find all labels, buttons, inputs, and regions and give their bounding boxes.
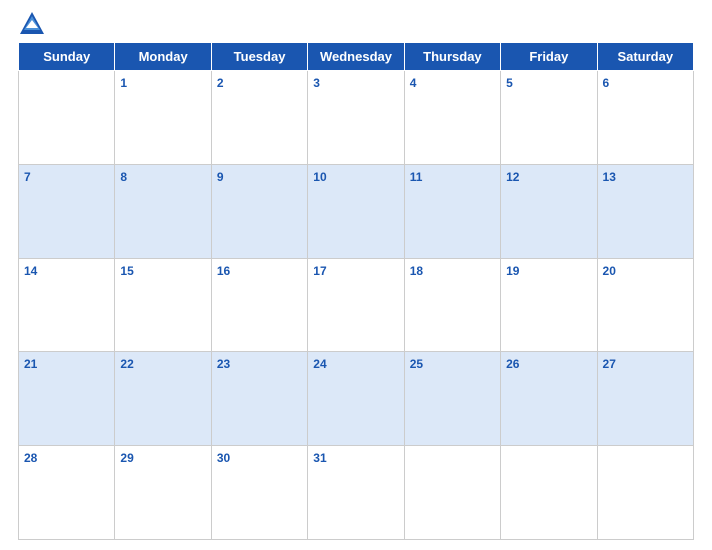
day-number: 20	[603, 264, 616, 278]
top-bar	[18, 10, 694, 38]
weekday-header-row: SundayMondayTuesdayWednesdayThursdayFrid…	[19, 43, 694, 71]
day-number: 2	[217, 76, 224, 90]
day-number: 6	[603, 76, 610, 90]
calendar-cell: 30	[211, 446, 307, 540]
calendar-cell: 2	[211, 71, 307, 165]
day-number: 23	[217, 357, 230, 371]
calendar-cell: 29	[115, 446, 211, 540]
logo-icon	[18, 10, 46, 38]
day-number: 4	[410, 76, 417, 90]
day-number: 5	[506, 76, 513, 90]
calendar-cell: 1	[115, 71, 211, 165]
day-number: 19	[506, 264, 519, 278]
weekday-header-thursday: Thursday	[404, 43, 500, 71]
calendar-cell	[19, 71, 115, 165]
calendar-cell: 12	[501, 164, 597, 258]
logo	[18, 10, 50, 38]
calendar-cell: 8	[115, 164, 211, 258]
calendar-cell: 28	[19, 446, 115, 540]
weekday-header-saturday: Saturday	[597, 43, 693, 71]
calendar-cell: 24	[308, 352, 404, 446]
calendar-cell: 21	[19, 352, 115, 446]
calendar-cell: 19	[501, 258, 597, 352]
calendar-cell: 9	[211, 164, 307, 258]
calendar-cell: 17	[308, 258, 404, 352]
calendar-cell	[597, 446, 693, 540]
day-number: 7	[24, 170, 31, 184]
weekday-header-wednesday: Wednesday	[308, 43, 404, 71]
calendar-cell	[404, 446, 500, 540]
day-number: 17	[313, 264, 326, 278]
day-number: 22	[120, 357, 133, 371]
calendar-cell: 16	[211, 258, 307, 352]
day-number: 30	[217, 451, 230, 465]
calendar-cell: 4	[404, 71, 500, 165]
calendar-cell: 22	[115, 352, 211, 446]
day-number: 10	[313, 170, 326, 184]
calendar-cell: 31	[308, 446, 404, 540]
day-number: 15	[120, 264, 133, 278]
calendar-cell: 14	[19, 258, 115, 352]
calendar-cell: 23	[211, 352, 307, 446]
weekday-header-friday: Friday	[501, 43, 597, 71]
calendar-cell	[501, 446, 597, 540]
day-number: 13	[603, 170, 616, 184]
calendar-cell: 10	[308, 164, 404, 258]
day-number: 11	[410, 170, 423, 184]
day-number: 14	[24, 264, 37, 278]
day-number: 31	[313, 451, 326, 465]
weekday-header-sunday: Sunday	[19, 43, 115, 71]
day-number: 29	[120, 451, 133, 465]
weekday-header-monday: Monday	[115, 43, 211, 71]
week-row-1: 1 2 3 4 5 6	[19, 71, 694, 165]
day-number: 9	[217, 170, 224, 184]
calendar-cell: 11	[404, 164, 500, 258]
week-row-4: 21 22 23 24 25 26 27	[19, 352, 694, 446]
day-number: 3	[313, 76, 320, 90]
calendar-cell: 18	[404, 258, 500, 352]
day-number: 16	[217, 264, 230, 278]
calendar-cell: 26	[501, 352, 597, 446]
week-row-3: 14 15 16 17 18 19 20	[19, 258, 694, 352]
day-number: 27	[603, 357, 616, 371]
day-number: 1	[120, 76, 127, 90]
calendar-cell: 5	[501, 71, 597, 165]
calendar-cell: 20	[597, 258, 693, 352]
calendar-cell: 27	[597, 352, 693, 446]
calendar-cell: 13	[597, 164, 693, 258]
day-number: 21	[24, 357, 37, 371]
day-number: 26	[506, 357, 519, 371]
calendar-cell: 15	[115, 258, 211, 352]
day-number: 24	[313, 357, 326, 371]
calendar-cell: 3	[308, 71, 404, 165]
day-number: 18	[410, 264, 423, 278]
day-number: 25	[410, 357, 423, 371]
weekday-header-tuesday: Tuesday	[211, 43, 307, 71]
week-row-5: 28 29 30 31	[19, 446, 694, 540]
day-number: 28	[24, 451, 37, 465]
calendar-cell: 25	[404, 352, 500, 446]
calendar-cell: 6	[597, 71, 693, 165]
day-number: 12	[506, 170, 519, 184]
week-row-2: 7 8 9 10 11 12 13	[19, 164, 694, 258]
day-number: 8	[120, 170, 127, 184]
calendar-cell: 7	[19, 164, 115, 258]
calendar-table: SundayMondayTuesdayWednesdayThursdayFrid…	[18, 42, 694, 540]
